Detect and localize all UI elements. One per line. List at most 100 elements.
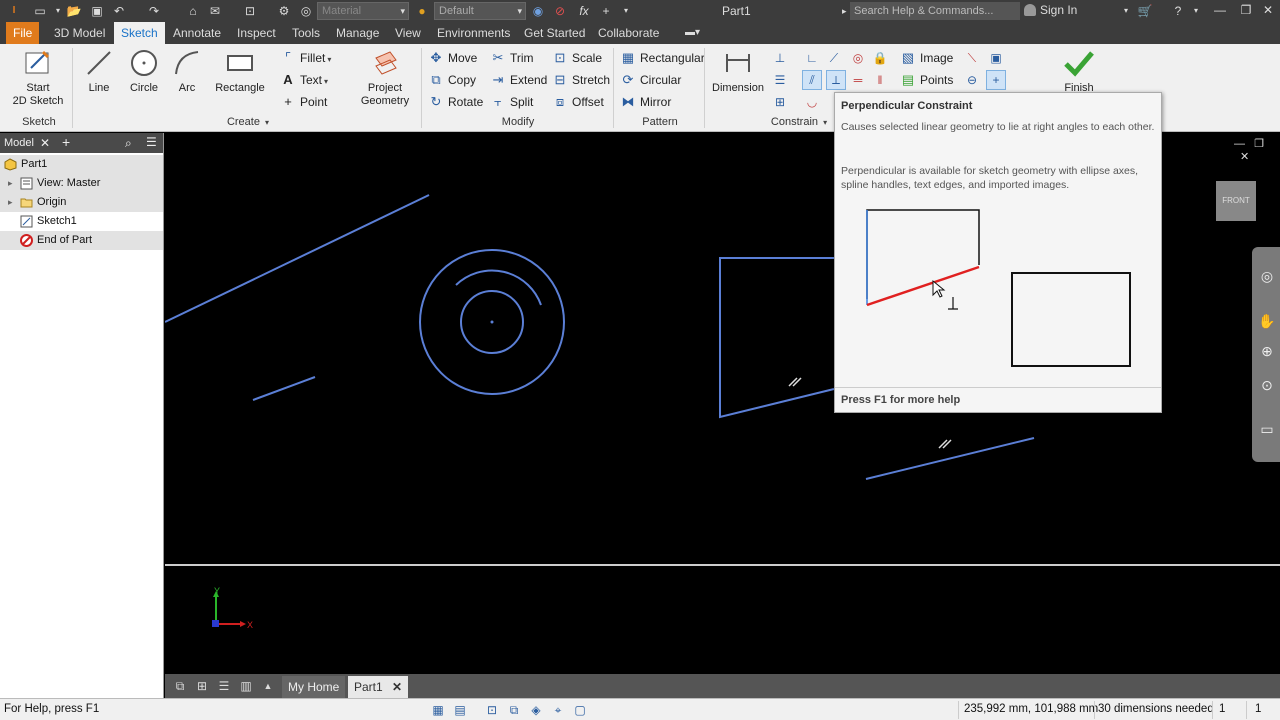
project-icon[interactable]: ✉ [207, 3, 223, 19]
tab-3d-model[interactable]: 3D Model [47, 22, 112, 44]
fix-icon[interactable]: 🔒 [870, 48, 890, 68]
cart-icon[interactable]: 🛒 [1137, 3, 1153, 19]
circular-pattern-button[interactable]: ⟳ Circular [620, 70, 682, 90]
orbit-icon[interactable]: ⊙ [1257, 375, 1277, 395]
parallel-icon[interactable]: ⫽ [802, 70, 822, 90]
dimension-button[interactable]: Dimension [709, 48, 767, 95]
status-tool-icon-2[interactable]: ▤ [452, 702, 468, 718]
zoom-icon[interactable]: ⊕ [1257, 341, 1277, 361]
rectangular-pattern-button[interactable]: ▦ Rectangular [620, 48, 705, 68]
plus-icon[interactable]: + [598, 3, 614, 19]
parameters-icon[interactable]: ▣ [986, 48, 1006, 68]
adjust-icon[interactable]: ◉ [530, 3, 546, 19]
parallel-glyph[interactable] [938, 439, 952, 449]
sketch-quad[interactable] [719, 257, 835, 419]
tab-tools[interactable]: Tools [285, 22, 327, 44]
relax-mode-icon[interactable]: ⊞ [770, 92, 790, 112]
concentric-icon[interactable]: ◎ [848, 48, 868, 68]
sign-in-dropdown-icon[interactable]: ▾ [1118, 3, 1134, 19]
open-icon[interactable]: 📂 [66, 3, 82, 19]
steering-wheel-icon[interactable]: ◎ [1257, 266, 1277, 286]
tree-node-origin[interactable]: ▸ Origin [0, 193, 163, 212]
status-tool-icon-1[interactable]: ▦ [430, 702, 446, 718]
ribbon-toggle-icon[interactable]: ▬▾ [678, 22, 707, 44]
tab-part1[interactable]: Part1 ✕ [348, 676, 409, 698]
help-search-input[interactable]: ▸ Search Help & Commands... [842, 2, 1020, 20]
expand-icon[interactable]: ▸ [8, 193, 13, 212]
project-geometry-button[interactable]: Project Geometry [356, 48, 414, 108]
show-constraints-icon[interactable]: ⊖ [962, 70, 982, 90]
add-browser-icon[interactable]: + [62, 134, 70, 150]
sketch-line[interactable] [865, 437, 1035, 480]
acad-icon[interactable]: ⟍ [962, 48, 982, 68]
appearance-select[interactable]: Default ▾ [434, 2, 526, 20]
measure-icon[interactable]: ⊡ [242, 3, 258, 19]
parallel-glyph[interactable] [788, 377, 802, 387]
status-tool-icon-6[interactable]: ⌖ [550, 702, 566, 718]
line-button[interactable]: Line [80, 48, 118, 95]
help-icon[interactable]: ? [1170, 3, 1186, 19]
close-icon[interactable]: ✕ [392, 680, 402, 694]
material-select[interactable]: Material ▾ [317, 2, 409, 20]
redo-icon[interactable]: ↷ [146, 3, 162, 19]
tile-vertical-icon[interactable]: ▥ [237, 677, 255, 695]
fx-icon[interactable]: fx [576, 3, 592, 19]
sketch-line[interactable] [164, 194, 430, 323]
tab-my-home[interactable]: My Home [282, 676, 346, 698]
clear-appearance-icon[interactable]: ⊘ [552, 3, 568, 19]
construction-icon[interactable]: + [986, 70, 1006, 90]
horizontal-icon[interactable]: ═ [848, 70, 868, 90]
close-icon[interactable]: ✕ [1240, 151, 1249, 163]
status-tool-icon-3[interactable]: ⊡ [484, 702, 500, 718]
circle-button[interactable]: Circle [124, 48, 164, 95]
copy-button[interactable]: ⧉ Copy [428, 70, 476, 90]
offset-button[interactable]: ⧈ Offset [552, 92, 604, 112]
circle-center-point[interactable] [490, 320, 494, 324]
customize-icon[interactable]: ▾ [618, 3, 634, 19]
minimize-icon[interactable]: — [1210, 3, 1230, 17]
pan-icon[interactable]: ✋ [1257, 311, 1277, 331]
save-icon[interactable]: ▣ [89, 3, 105, 19]
arc-button[interactable]: Arc [170, 48, 204, 95]
tree-node-sketch1[interactable]: Sketch1 [0, 212, 163, 231]
point-button[interactable]: + Point [280, 92, 327, 112]
constraint-settings-icon[interactable]: ☰ [770, 70, 790, 90]
look-at-icon[interactable]: ▭ [1257, 419, 1277, 439]
home-icon[interactable]: ⌂ [185, 3, 201, 19]
perpendicular-icon[interactable]: ⟂ [826, 70, 846, 90]
tile-horizontal-icon[interactable]: ☰ [215, 677, 233, 695]
vertical-icon[interactable]: ‖ [870, 70, 890, 90]
tab-get-started[interactable]: Get Started [517, 22, 592, 44]
move-button[interactable]: ✥ Move [428, 48, 478, 68]
minimize-icon[interactable]: — [1234, 138, 1245, 150]
tab-environments[interactable]: Environments [430, 22, 517, 44]
tab-sketch[interactable]: Sketch [114, 22, 165, 44]
undo-icon[interactable]: ↶ [111, 3, 127, 19]
arrange-up-icon[interactable]: ▲ [259, 677, 277, 695]
tangent-icon[interactable]: ◡ [802, 92, 822, 112]
search-icon[interactable]: ⌕ [125, 136, 132, 151]
tab-model[interactable]: Model [4, 137, 34, 149]
tree-node-end-of-part[interactable]: End of Part [0, 231, 163, 250]
sketch-line[interactable] [252, 376, 316, 401]
trim-button[interactable]: ✂ Trim [490, 48, 534, 68]
stretch-button[interactable]: ⊟ Stretch [552, 70, 610, 90]
new-file-icon[interactable]: ▭ [32, 3, 48, 19]
sign-in-button[interactable]: Sign In [1024, 3, 1077, 17]
restore-icon[interactable]: ❐ [1236, 3, 1256, 17]
insert-image-button[interactable]: ▧ Image [900, 48, 954, 68]
group-label-create[interactable]: Create ▾ [222, 116, 274, 128]
status-tool-icon-5[interactable]: ◈ [528, 702, 544, 718]
group-label-constrain[interactable]: Constrain ▾ [768, 116, 830, 128]
fillet-button[interactable]: ⌜ Fillet ▾ [280, 48, 331, 68]
scale-button[interactable]: ⊡ Scale [552, 48, 602, 68]
mirror-button[interactable]: ⧓ Mirror [620, 92, 672, 112]
viewcube[interactable]: FRONT [1216, 181, 1256, 221]
close-icon[interactable]: ✕ [1258, 3, 1278, 17]
dropdown-icon[interactable]: ▾ [50, 3, 66, 19]
auto-dimension-icon[interactable]: ⊥ [770, 48, 790, 68]
rectangle-button[interactable]: Rectangle [212, 48, 268, 95]
insert-points-button[interactable]: ▤ Points [900, 70, 954, 90]
rotate-button[interactable]: ↻ Rotate [428, 92, 484, 112]
tab-collaborate[interactable]: Collaborate [591, 22, 666, 44]
